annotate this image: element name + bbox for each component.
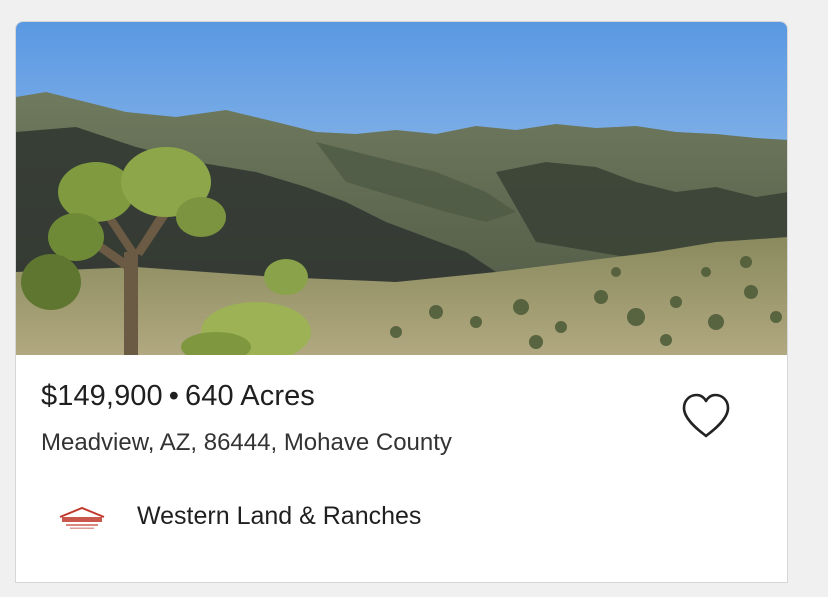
agent-name[interactable]: Western Land & Ranches (137, 502, 421, 531)
listing-photo-image (16, 22, 787, 355)
listing-photo[interactable] (16, 22, 787, 355)
price-acreage-line: $149,900 • 640 Acres (41, 380, 315, 413)
heart-outline-icon (682, 393, 730, 438)
price-separator: • (168, 380, 180, 412)
favorite-button[interactable] (679, 391, 733, 441)
agent-logo[interactable] (54, 505, 110, 531)
listing-acreage: 640 Acres (185, 380, 315, 412)
listing-card[interactable]: $149,900 • 640 Acres Meadview, AZ, 86444, … (15, 21, 788, 583)
western-land-logo (59, 506, 105, 529)
listing-location: Meadview, AZ, 86444, Mohave County (41, 429, 452, 456)
listing-price: $149,900 (41, 380, 163, 412)
